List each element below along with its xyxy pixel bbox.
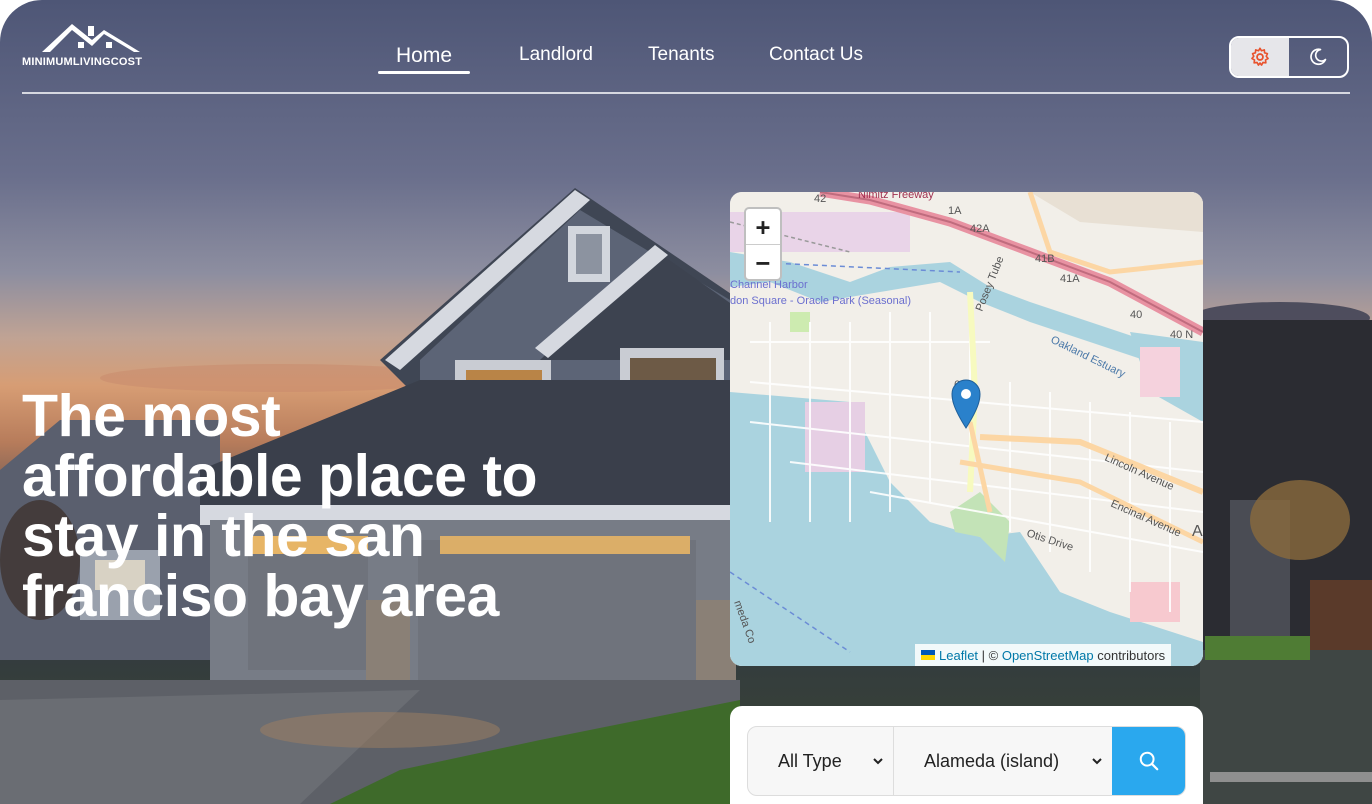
- map-label-nimitz: Nimitz Freeway: [858, 192, 934, 201]
- nav-landlord[interactable]: Landlord: [519, 44, 593, 66]
- gear-icon: [1251, 47, 1269, 66]
- chevron-down-icon: [1092, 758, 1102, 765]
- brand-name: MINIMUMLIVINGCOST: [22, 56, 143, 68]
- map-label-1a: 1A: [948, 205, 962, 217]
- map-label-42: 42: [814, 193, 826, 205]
- hero-headline: The most affordable place to stay in the…: [22, 383, 538, 629]
- property-type-select[interactable]: All Type: [748, 727, 894, 795]
- attribution-suffix: contributors: [1093, 647, 1166, 663]
- map-tiles: 42 Nimitz Freeway 1A 42A 41B 41A 40 40 N…: [730, 192, 1203, 666]
- map-label-40n: 40 N: [1170, 329, 1193, 341]
- theme-toggle: [1229, 36, 1349, 78]
- map-zoom-control: + −: [744, 207, 782, 281]
- zoom-in-button[interactable]: +: [746, 209, 780, 245]
- search-button[interactable]: [1112, 727, 1185, 795]
- map-label-40: 40: [1130, 309, 1142, 321]
- top-navigation: MINIMUMLIVINGCOST Home Landlord Tenants …: [0, 0, 1372, 94]
- openstreetmap-link[interactable]: OpenStreetMap: [1002, 648, 1094, 663]
- chevron-down-icon: [873, 758, 883, 765]
- map-label-a: A: [1192, 523, 1203, 540]
- search-icon: [1139, 751, 1158, 771]
- nav-tenants[interactable]: Tenants: [648, 44, 715, 66]
- search-bar: All Type Alameda (island): [747, 726, 1186, 796]
- map-label-42a: 42A: [970, 223, 990, 235]
- attribution-separator: | ©: [978, 647, 1002, 663]
- zoom-out-button[interactable]: −: [746, 245, 780, 280]
- nav-home[interactable]: Home: [378, 44, 470, 68]
- leaflet-link[interactable]: Leaflet: [939, 648, 978, 663]
- location-select[interactable]: Alameda (island): [894, 727, 1112, 795]
- map-label-41b: 41B: [1035, 253, 1055, 265]
- nav-active-indicator: [378, 71, 470, 74]
- map-attribution: Leaflet | © OpenStreetMap contributors: [915, 644, 1172, 666]
- ukraine-flag-icon: [921, 650, 935, 660]
- light-theme-button[interactable]: [1231, 38, 1289, 76]
- dark-theme-button[interactable]: [1289, 38, 1347, 76]
- nav-contact-us[interactable]: Contact Us: [769, 44, 863, 66]
- moon-icon: [1310, 48, 1327, 66]
- map-view[interactable]: 42 Nimitz Freeway 1A 42A 41B 41A 40 40 N…: [730, 192, 1203, 666]
- map-label-41a: 41A: [1060, 273, 1080, 285]
- map-label-oracle: don Square - Oracle Park (Seasonal): [730, 295, 911, 307]
- property-type-value: All Type: [778, 750, 842, 771]
- house-logo-icon: [42, 24, 140, 52]
- app-frame: MINIMUMLIVINGCOST Home Landlord Tenants …: [0, 0, 1372, 804]
- brand-logo[interactable]: MINIMUMLIVINGCOST: [22, 20, 162, 70]
- header-divider: [22, 92, 1350, 94]
- location-value: Alameda (island): [924, 750, 1060, 771]
